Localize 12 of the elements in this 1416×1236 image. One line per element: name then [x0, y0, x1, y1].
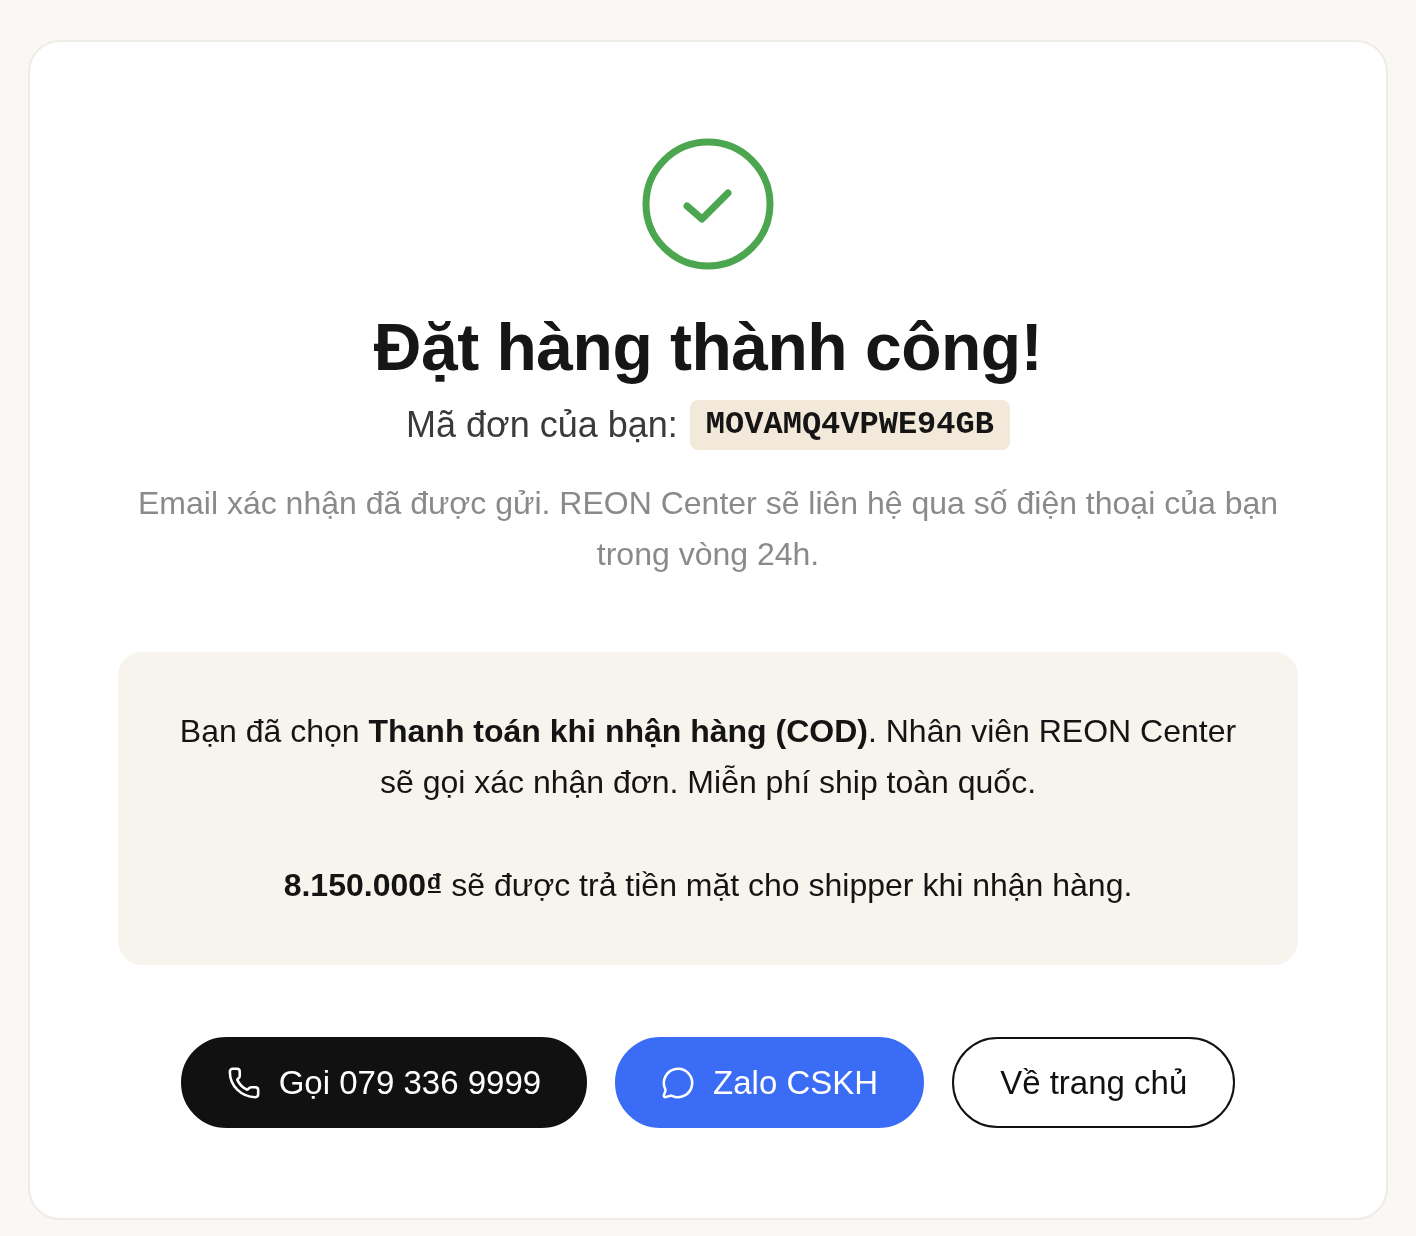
phone-icon: [226, 1065, 261, 1100]
confirmation-note: Email xác nhận đã được gửi. REON Center sẽ liên hệ qua số điện thoại của bạn trong vòng 24h.: [137, 484, 1279, 574]
call-button[interactable]: Gọi 079 336 9999: [180, 1037, 588, 1128]
success-check-icon: [642, 138, 774, 270]
chat-button[interactable]: Zalo CSKH: [615, 1037, 925, 1128]
chat-bubble-icon: [661, 1065, 696, 1100]
home-button[interactable]: Về trang chủ: [952, 1037, 1236, 1128]
order-code-label: Mã đơn của bạn:: [406, 403, 678, 447]
success-title: Đặt hàng thành công!: [373, 310, 1043, 384]
payment-info-text: Bạn đã chọn Thanh toán khi nhận hàng (COD). Nhân viên REON Center sẽ gọi xác nhận đơn. Miễn phí ship toàn quốc.: [178, 712, 1238, 802]
payment-info-text: 8.150.000₫ sẽ được trả tiền mặt cho shipper khi nhận hàng.: [282, 866, 1134, 905]
order-code: MOVAMQ4VPWE94GB: [689, 400, 1010, 450]
